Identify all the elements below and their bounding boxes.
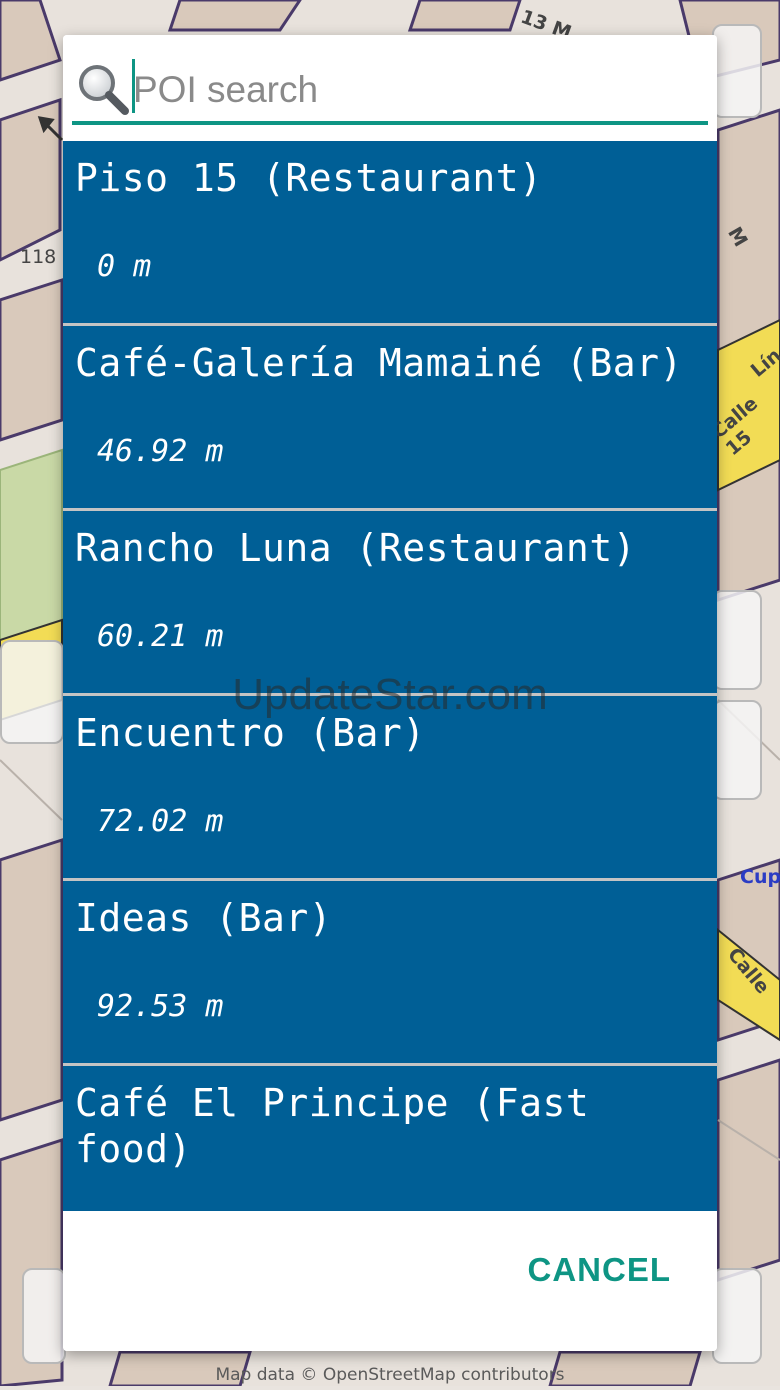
poi-name: Rancho Luna (Restaurant) bbox=[75, 526, 637, 570]
map-edit-button[interactable] bbox=[22, 1268, 66, 1364]
poi-distance: 72.02 m bbox=[97, 804, 224, 839]
poi-list-item[interactable]: Rancho Luna (Restaurant) 60.21 m bbox=[63, 511, 717, 693]
poi-name: Encuentro (Bar) bbox=[75, 711, 426, 755]
text-cursor bbox=[132, 59, 135, 113]
poi-distance: 60.21 m bbox=[97, 619, 224, 654]
map-attribution: Map data © OpenStreetMap contributors bbox=[215, 1365, 565, 1385]
poi-list-item[interactable]: Encuentro (Bar) 72.02 m bbox=[63, 696, 717, 878]
zoom-out-button[interactable] bbox=[712, 590, 762, 690]
map-search-button[interactable] bbox=[712, 1268, 762, 1364]
poi-list-item[interactable]: Ideas (Bar) 92.53 m bbox=[63, 881, 717, 1063]
map-label: 118 bbox=[20, 246, 57, 268]
poi-list-item[interactable]: Café-Galería Mamainé (Bar) 46.92 m bbox=[63, 326, 717, 508]
search-input[interactable] bbox=[129, 65, 703, 115]
map-label: Cup bbox=[740, 866, 780, 888]
map-nav-button[interactable] bbox=[712, 700, 762, 800]
poi-distance: 92.53 m bbox=[97, 989, 224, 1024]
search-icon bbox=[79, 65, 129, 115]
poi-name: Piso 15 (Restaurant) bbox=[75, 156, 543, 200]
poi-list-item[interactable]: Piso 15 (Restaurant) 0 m bbox=[63, 141, 717, 323]
poi-name: Café El Principe (Fast food) bbox=[75, 1081, 590, 1171]
map-tool-button[interactable] bbox=[712, 24, 762, 118]
poi-search-dialog: Piso 15 (Restaurant) 0 m Café-Galería Ma… bbox=[63, 35, 717, 1351]
search-bar bbox=[63, 35, 717, 141]
map-layers-button[interactable] bbox=[0, 640, 64, 744]
poi-name: Ideas (Bar) bbox=[75, 896, 333, 940]
poi-distance: 46.92 m bbox=[97, 434, 224, 469]
poi-list-item[interactable]: Café El Principe (Fast food) bbox=[63, 1066, 717, 1211]
poi-distance: 0 m bbox=[97, 249, 152, 284]
dialog-button-bar: CANCEL bbox=[63, 1211, 717, 1351]
cancel-button[interactable]: CANCEL bbox=[528, 1245, 672, 1295]
poi-results-list[interactable]: Piso 15 (Restaurant) 0 m Café-Galería Ma… bbox=[63, 141, 717, 1211]
search-underline bbox=[72, 121, 708, 125]
poi-name: Café-Galería Mamainé (Bar) bbox=[75, 341, 683, 385]
